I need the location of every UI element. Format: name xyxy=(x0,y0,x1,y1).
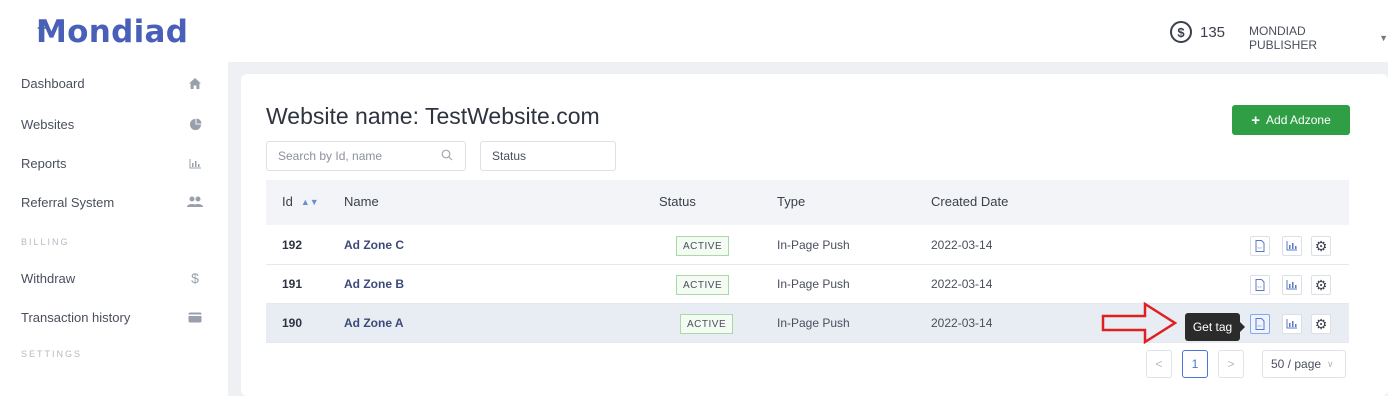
bar-chart-icon xyxy=(1286,319,1297,329)
search-placeholder: Search by Id, name xyxy=(278,149,383,163)
sidebar-item-label: Reports xyxy=(21,155,67,171)
app-root: + Mondiad $ 135 MONDIAD PUBLISHER ▼ Dashb… xyxy=(0,0,1388,396)
section-settings: SETTINGS xyxy=(21,349,83,359)
cell-type: In-Page Push xyxy=(777,238,850,252)
sidebar-item-websites[interactable]: Websites xyxy=(21,112,203,136)
pagination-page-1[interactable]: 1 xyxy=(1182,350,1208,378)
stats-button[interactable] xyxy=(1282,314,1302,334)
file-code-icon: <> xyxy=(1255,240,1265,252)
table-header: Id ▲▼ Name Status Type Created Date xyxy=(266,180,1349,225)
sidebar-item-label: Websites xyxy=(21,116,75,132)
get-tag-button[interactable]: <> xyxy=(1250,275,1270,295)
cell-name[interactable]: Ad Zone A xyxy=(344,316,404,330)
cell-date: 2022-03-14 xyxy=(931,316,993,330)
sidebar: Dashboard Websites Reports Referral Syst… xyxy=(0,66,215,396)
user-label: MONDIAD PUBLISHER xyxy=(1249,24,1318,52)
balance-value: 135 xyxy=(1200,23,1226,41)
cell-id: 190 xyxy=(282,316,303,330)
red-arrow-annotation-icon xyxy=(1101,301,1178,345)
cell-type: In-Page Push xyxy=(777,316,850,330)
caret-down-icon: ▼ xyxy=(1379,33,1388,43)
get-tag-button[interactable]: <> xyxy=(1250,236,1270,256)
gear-icon: ⚙ xyxy=(1314,276,1328,293)
settings-button[interactable]: ⚙ xyxy=(1311,314,1331,334)
dollar-icon: $ xyxy=(191,270,199,286)
users-icon xyxy=(187,194,203,210)
section-billing: BILLING xyxy=(21,237,70,247)
sort-icon[interactable]: ▲▼ xyxy=(301,197,319,207)
cell-name[interactable]: Ad Zone C xyxy=(344,238,404,252)
pagination-prev-button[interactable]: < xyxy=(1146,350,1172,378)
column-header-status: Status xyxy=(659,194,696,209)
bar-chart-icon xyxy=(1286,280,1297,290)
home-icon xyxy=(187,75,203,91)
mondiad-logo[interactable]: + Mondiad xyxy=(36,14,188,50)
table-row[interactable]: 192 Ad Zone C ACTIVE In-Page Push 2022-0… xyxy=(266,226,1349,265)
status-badge: ACTIVE xyxy=(676,236,730,256)
sidebar-item-label: Withdraw xyxy=(21,270,76,286)
search-input[interactable]: Search by Id, name xyxy=(266,141,466,171)
settings-button[interactable]: ⚙ xyxy=(1311,275,1331,295)
top-header: + Mondiad $ 135 MONDIAD PUBLISHER ▼ xyxy=(0,0,1388,66)
sidebar-item-withdraw[interactable]: Withdraw $ xyxy=(21,266,203,290)
user-menu[interactable]: MONDIAD PUBLISHER ▼ xyxy=(1249,24,1388,52)
column-label: Id xyxy=(282,194,293,209)
pie-chart-icon xyxy=(187,116,203,132)
search-icon xyxy=(441,149,453,164)
sidebar-item-transaction-history[interactable]: Transaction history xyxy=(21,305,203,329)
dollar-circle-icon: $ xyxy=(1170,21,1192,43)
column-header-type: Type xyxy=(777,194,806,209)
stats-button[interactable] xyxy=(1282,275,1302,295)
get-tag-tooltip: Get tag xyxy=(1185,313,1245,341)
logo-text: Mondiad xyxy=(36,14,189,50)
status-badge: ACTIVE xyxy=(680,314,734,334)
sidebar-item-dashboard[interactable]: Dashboard xyxy=(21,71,203,95)
gear-icon: ⚙ xyxy=(1314,237,1328,254)
add-adzone-button[interactable]: + Add Adzone xyxy=(1232,105,1350,135)
page-size-label: 50 / page xyxy=(1271,357,1322,371)
column-header-created-date: Created Date xyxy=(931,194,1009,209)
chevron-down-icon: ∨ xyxy=(1327,358,1334,369)
status-filter-select[interactable]: Status xyxy=(480,141,616,171)
cell-date: 2022-03-14 xyxy=(931,238,993,252)
settings-button[interactable]: ⚙ xyxy=(1311,236,1331,256)
bar-chart-icon xyxy=(187,155,203,171)
file-code-icon: <> xyxy=(1255,318,1265,330)
sidebar-item-label: Referral System xyxy=(21,194,115,210)
cell-id: 192 xyxy=(282,238,303,252)
cell-name[interactable]: Ad Zone B xyxy=(344,277,404,291)
gear-icon: ⚙ xyxy=(1314,315,1328,332)
add-adzone-label: Add Adzone xyxy=(1266,113,1331,127)
wallet-icon xyxy=(187,309,203,325)
sidebar-item-label: Transaction history xyxy=(21,309,131,325)
status-filter-label: Status xyxy=(492,149,527,163)
column-header-id[interactable]: Id ▲▼ xyxy=(282,194,319,209)
sidebar-item-label: Dashboard xyxy=(21,75,85,91)
cell-date: 2022-03-14 xyxy=(931,277,993,291)
get-tag-button[interactable]: <> xyxy=(1250,314,1270,334)
sidebar-item-reports[interactable]: Reports xyxy=(21,151,203,175)
balance-display: $ 135 xyxy=(1170,21,1225,43)
status-badge: ACTIVE xyxy=(676,275,730,295)
stats-button[interactable] xyxy=(1282,236,1302,256)
file-code-icon: <> xyxy=(1255,279,1265,291)
page-size-select[interactable]: 50 / page ∨ xyxy=(1262,350,1346,378)
cell-type: In-Page Push xyxy=(777,277,850,291)
cell-id: 191 xyxy=(282,277,303,291)
pagination-next-button[interactable]: > xyxy=(1218,350,1244,378)
column-header-name: Name xyxy=(344,194,379,209)
sidebar-item-referral-system[interactable]: Referral System xyxy=(21,190,203,214)
bar-chart-icon xyxy=(1286,241,1297,251)
svg-text:<>: <> xyxy=(1257,245,1262,250)
svg-text:<>: <> xyxy=(1257,284,1262,289)
plus-icon: + xyxy=(1251,111,1261,129)
page-title: Website name: TestWebsite.com xyxy=(266,103,600,129)
svg-text:<>: <> xyxy=(1257,323,1262,328)
table-row[interactable]: 191 Ad Zone B ACTIVE In-Page Push 2022-0… xyxy=(266,265,1349,304)
